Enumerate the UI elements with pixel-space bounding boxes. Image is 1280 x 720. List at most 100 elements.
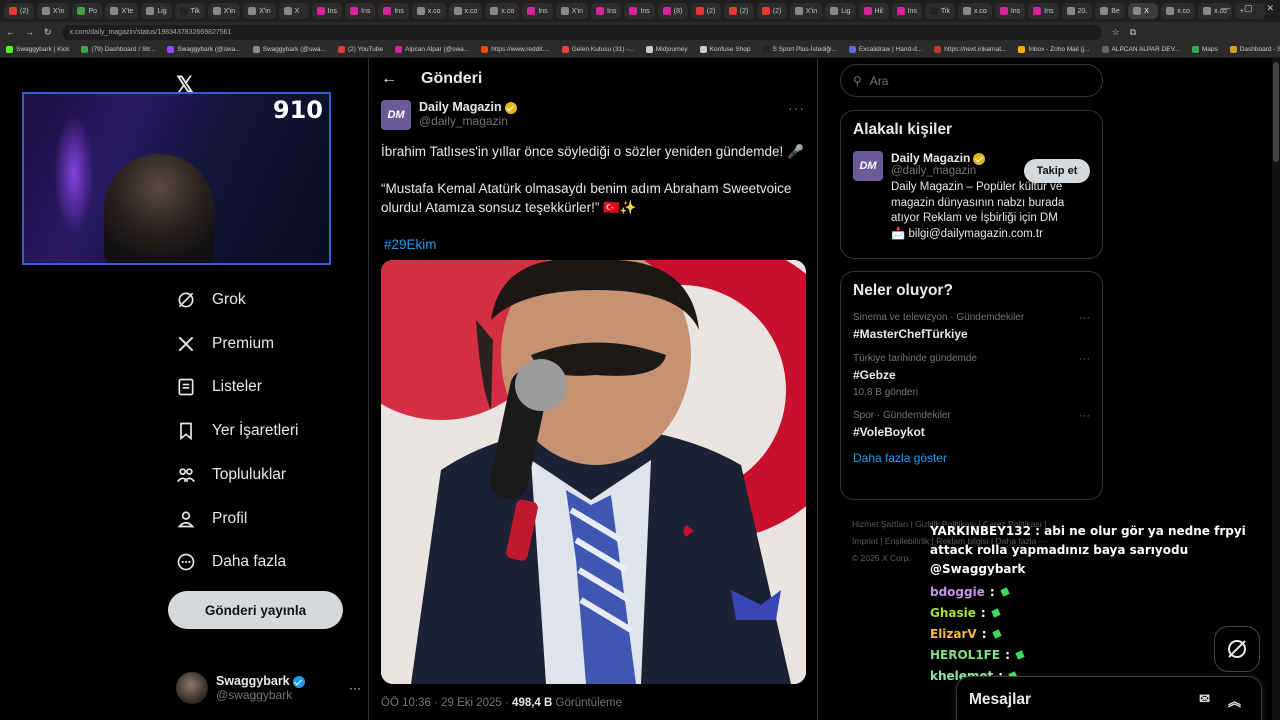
maximize-icon[interactable]: ▢ [1244,3,1253,14]
browser-tab[interactable]: Ins [378,3,409,19]
related-name[interactable]: Daily Magazin [891,151,970,165]
hashtag-link[interactable]: #29Ekim [384,237,437,252]
browser-tab[interactable]: X'in [555,3,589,19]
browser-tab[interactable]: Ins [522,3,553,19]
forward-nav-icon[interactable]: → [25,27,34,37]
bookmark-item[interactable]: Inbox - Zoho Mail (j... [1018,46,1090,53]
trend-more-icon[interactable]: ··· [1079,353,1090,365]
nav-item-premium[interactable]: Premium [176,334,274,354]
browser-tab[interactable]: X'in [243,3,276,19]
new-message-icon[interactable]: ✉ [1199,691,1210,710]
browser-tab[interactable]: Lig [141,3,172,19]
post-button[interactable]: Gönderi yayınla [168,591,343,629]
browser-tab[interactable]: (2) [4,3,34,19]
browser-tab[interactable]: Ins [994,3,1026,19]
account-switcher[interactable]: Swaggybark @swaggybark ··· [176,668,361,708]
bookmark-item[interactable]: Excalidraw | Hand-d... [848,46,922,53]
browser-tab[interactable]: 20. [1061,3,1093,19]
browser-tab[interactable]: X [278,3,309,19]
browser-tab[interactable]: Po [72,3,103,19]
post-author[interactable]: DM Daily Magazin @daily_magazin [381,100,517,130]
follow-button[interactable]: Takip et [1024,159,1090,183]
trend-item[interactable]: Türkiye tarihinde gündemde #Gebze 10,8 B g… [853,353,1090,398]
back-arrow-icon[interactable]: ← [381,70,397,88]
browser-tab[interactable]: Ins [345,3,376,19]
tab-label: Ins [327,7,338,15]
trend-more-icon[interactable]: ··· [1079,410,1090,422]
trend-item[interactable]: Spor · Gündemdekiler #VoleBoykot ··· [853,410,1090,439]
browser-tab[interactable]: Ins [591,3,622,19]
bookmark-item[interactable]: S Sport Plus-İstediği... [762,46,837,53]
browser-tab[interactable]: (2) [723,3,754,19]
browser-tab[interactable]: Ins [624,3,655,19]
scrollbar-thumb[interactable] [1273,62,1279,162]
nav-item-listeler[interactable]: Listeler [176,377,262,397]
bookmark-item[interactable]: Gelen Kutusu (31) -... [561,46,634,53]
bookmark-star-icon[interactable]: ☆ [1112,27,1120,38]
related-avatar[interactable]: DM [853,151,883,181]
browser-tab[interactable]: Ins [311,3,343,19]
browser-tab[interactable]: x.co [957,3,992,19]
browser-tab[interactable]: X'in [207,3,241,19]
bookmark-item[interactable]: Midjourney [645,46,688,53]
browser-tab[interactable]: (2) [690,3,721,19]
nav-item-profil[interactable]: Profil [176,509,247,529]
bookmark-item[interactable]: (2) YouTube [337,46,383,53]
tab-label: (2) [739,7,749,15]
author-handle[interactable]: @daily_magazin [419,114,517,128]
expand-icon[interactable]: ︽ [1228,691,1241,710]
nav-item-daha-fazla[interactable]: Daha fazla [176,552,286,572]
search-input[interactable]: ⚲ Ara [840,64,1103,97]
messages-dock[interactable]: Mesajlar ✉ ︽ [956,676,1262,720]
author-avatar[interactable]: DM [381,100,411,130]
browser-tab[interactable]: x.co [485,3,520,19]
post-more-icon[interactable]: ··· [788,100,805,116]
bookmark-item[interactable]: https://next.inkarnat... [934,46,1006,53]
bookmark-item[interactable]: https://www.reddit.... [481,46,550,53]
browser-tab[interactable]: x.co [448,3,483,19]
show-more-link[interactable]: Daha fazla göster [853,451,1090,465]
browser-tab[interactable]: X'in [789,3,823,19]
browser-tab[interactable]: (2) [756,3,787,19]
trend-item[interactable]: Sinema ve televizyon · Gündemdekiler #Mas… [853,312,1090,341]
browser-tab[interactable]: (8) [657,3,688,19]
post-timestamp[interactable]: ÖÖ 10:36 · 29 Eki 2025 · [381,697,512,709]
extensions-icon[interactable]: ⧉ [1130,27,1136,38]
browser-tab[interactable]: Be [1095,3,1126,19]
bookmark-item[interactable]: Dashboard - Swagg... [1229,46,1280,53]
browser-tab[interactable]: Hil [858,3,889,19]
bookmark-item[interactable]: Swaggybark (@swa... [167,46,241,53]
browser-tab[interactable]: Lig [825,3,856,19]
browser-tab[interactable]: Ins [1028,3,1059,19]
bookmark-item[interactable]: Swaggybark | Kick [6,46,69,53]
browser-tab[interactable]: x.co [411,3,446,19]
reload-icon[interactable]: ↻ [44,27,52,38]
author-name[interactable]: Daily Magazin [419,100,502,114]
bookmark-item[interactable]: Maps [1191,46,1218,53]
browser-tab[interactable]: Tik [924,3,955,19]
browser-tab[interactable]: X'in [37,3,70,19]
nav-item-yer-i-şaretleri[interactable]: Yer İşaretleri [176,421,298,441]
url-field[interactable]: x.com/daily_magazin/status/1983437832669… [61,24,1102,40]
bookmark-favicon-icon [252,46,260,53]
minimize-icon[interactable]: — [1221,3,1230,14]
bookmark-item[interactable]: Alpcan Alpar (@swa... [395,46,469,53]
grok-fab-button[interactable] [1214,626,1260,672]
browser-tab[interactable]: x.co [1161,3,1196,19]
nav-item-grok[interactable]: Grok [176,290,246,310]
bookmark-item[interactable]: ALPCAN ALPAR DEV... [1101,46,1180,53]
browser-tab[interactable]: Ins [891,3,922,19]
bookmark-item[interactable]: Konfuse Shop [699,46,751,53]
back-nav-icon[interactable]: ← [6,27,15,37]
bookmark-item[interactable]: (79) Dashboard / Str... [81,46,155,53]
account-more-icon[interactable]: ··· [349,681,361,695]
browser-tab[interactable]: Tik [174,3,205,19]
nav-item-topluluklar[interactable]: Topluluklar [176,465,286,485]
tab-favicon-icon [962,7,971,15]
post-media-image[interactable] [381,260,806,684]
bookmark-item[interactable]: Swaggybark (@swa... [252,46,326,53]
browser-tab[interactable]: X [1128,3,1159,19]
close-window-icon[interactable]: ✕ [1266,3,1274,14]
browser-tab[interactable]: X'te [105,3,139,19]
trend-more-icon[interactable]: ··· [1079,312,1090,324]
